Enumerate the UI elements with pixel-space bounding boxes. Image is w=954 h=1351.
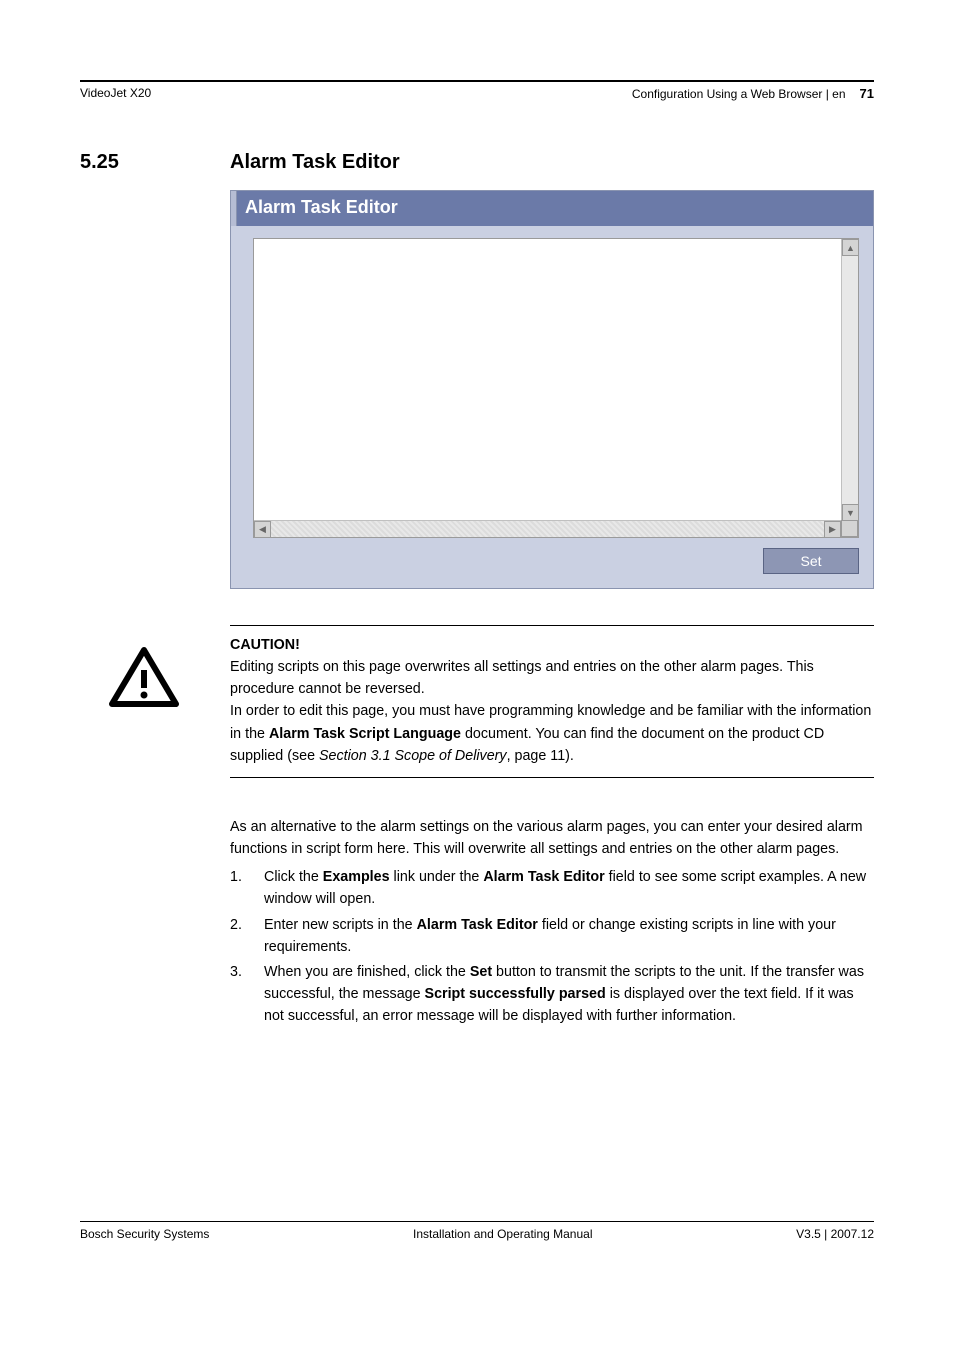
caution-paragraph-1: Editing scripts on this page overwrites … xyxy=(230,656,874,700)
product-name: VideoJet X20 xyxy=(80,86,151,101)
set-button-label: Set xyxy=(470,964,492,980)
body-text: As an alternative to the alarm settings … xyxy=(230,816,874,1027)
intro-paragraph: As an alternative to the alarm settings … xyxy=(230,816,874,860)
scroll-corner xyxy=(841,520,858,537)
footer-center: Installation and Operating Manual xyxy=(413,1227,592,1241)
header-rule xyxy=(80,80,874,82)
caution-paragraph-2: In order to edit this page, you must hav… xyxy=(230,700,874,766)
editor-field-label: Alarm Task Editor xyxy=(483,869,604,885)
examples-link-label: Examples xyxy=(323,869,390,885)
caution-text: , page 11). xyxy=(507,748,574,764)
section-title: Alarm Task Editor xyxy=(230,151,400,174)
success-message-label: Script successfully parsed xyxy=(425,986,606,1002)
page-footer: Bosch Security Systems Installation and … xyxy=(80,1221,874,1241)
set-button[interactable]: Set xyxy=(763,548,859,574)
page-header: VideoJet X20 Configuration Using a Web B… xyxy=(80,86,874,101)
horizontal-scrollbar[interactable]: ◀ ▶ xyxy=(254,520,841,537)
editor-panel-title: Alarm Task Editor xyxy=(231,191,873,226)
page-number: 71 xyxy=(860,86,874,101)
section-number: 5.25 xyxy=(80,151,230,174)
section-heading: 5.25 Alarm Task Editor xyxy=(80,151,874,174)
step-text: When you are finished, click the xyxy=(264,964,470,980)
caution-doc-name: Alarm Task Script Language xyxy=(269,726,461,742)
footer-left: Bosch Security Systems xyxy=(80,1227,209,1241)
step-1: Click the Examples link under the Alarm … xyxy=(230,866,874,910)
vertical-scrollbar[interactable]: ▲ ▼ xyxy=(841,239,858,521)
footer-right: V3.5 | 2007.12 xyxy=(796,1227,874,1241)
scroll-left-icon[interactable]: ◀ xyxy=(254,521,271,538)
step-2: Enter new scripts in the Alarm Task Edit… xyxy=(230,914,874,958)
step-3: When you are finished, click the Set but… xyxy=(230,961,874,1027)
caution-section-ref: Section 3.1 Scope of Delivery xyxy=(319,748,507,764)
footer-rule xyxy=(80,1221,874,1222)
scroll-right-icon[interactable]: ▶ xyxy=(824,521,841,538)
caution-heading: CAUTION! xyxy=(230,634,874,656)
caution-bottom-rule xyxy=(230,777,874,778)
script-textarea[interactable]: ▲ ▼ ◀ ▶ xyxy=(253,238,859,538)
scroll-up-icon[interactable]: ▲ xyxy=(842,239,859,256)
caution-triangle-icon xyxy=(108,646,180,708)
alarm-task-editor-panel: Alarm Task Editor ▲ ▼ ◀ ▶ Set xyxy=(230,190,874,589)
scroll-track[interactable] xyxy=(271,521,824,537)
editor-field-label: Alarm Task Editor xyxy=(417,917,538,933)
scroll-down-icon[interactable]: ▼ xyxy=(842,504,859,521)
chapter-title: Configuration Using a Web Browser | en xyxy=(632,87,846,101)
editor-body: ▲ ▼ ◀ ▶ Set xyxy=(231,226,873,588)
step-text: Click the xyxy=(264,869,323,885)
step-text: Enter new scripts in the xyxy=(264,917,417,933)
caution-block: CAUTION! Editing scripts on this page ov… xyxy=(80,626,874,777)
step-text: link under the xyxy=(390,869,484,885)
steps-list: Click the Examples link under the Alarm … xyxy=(230,866,874,1027)
